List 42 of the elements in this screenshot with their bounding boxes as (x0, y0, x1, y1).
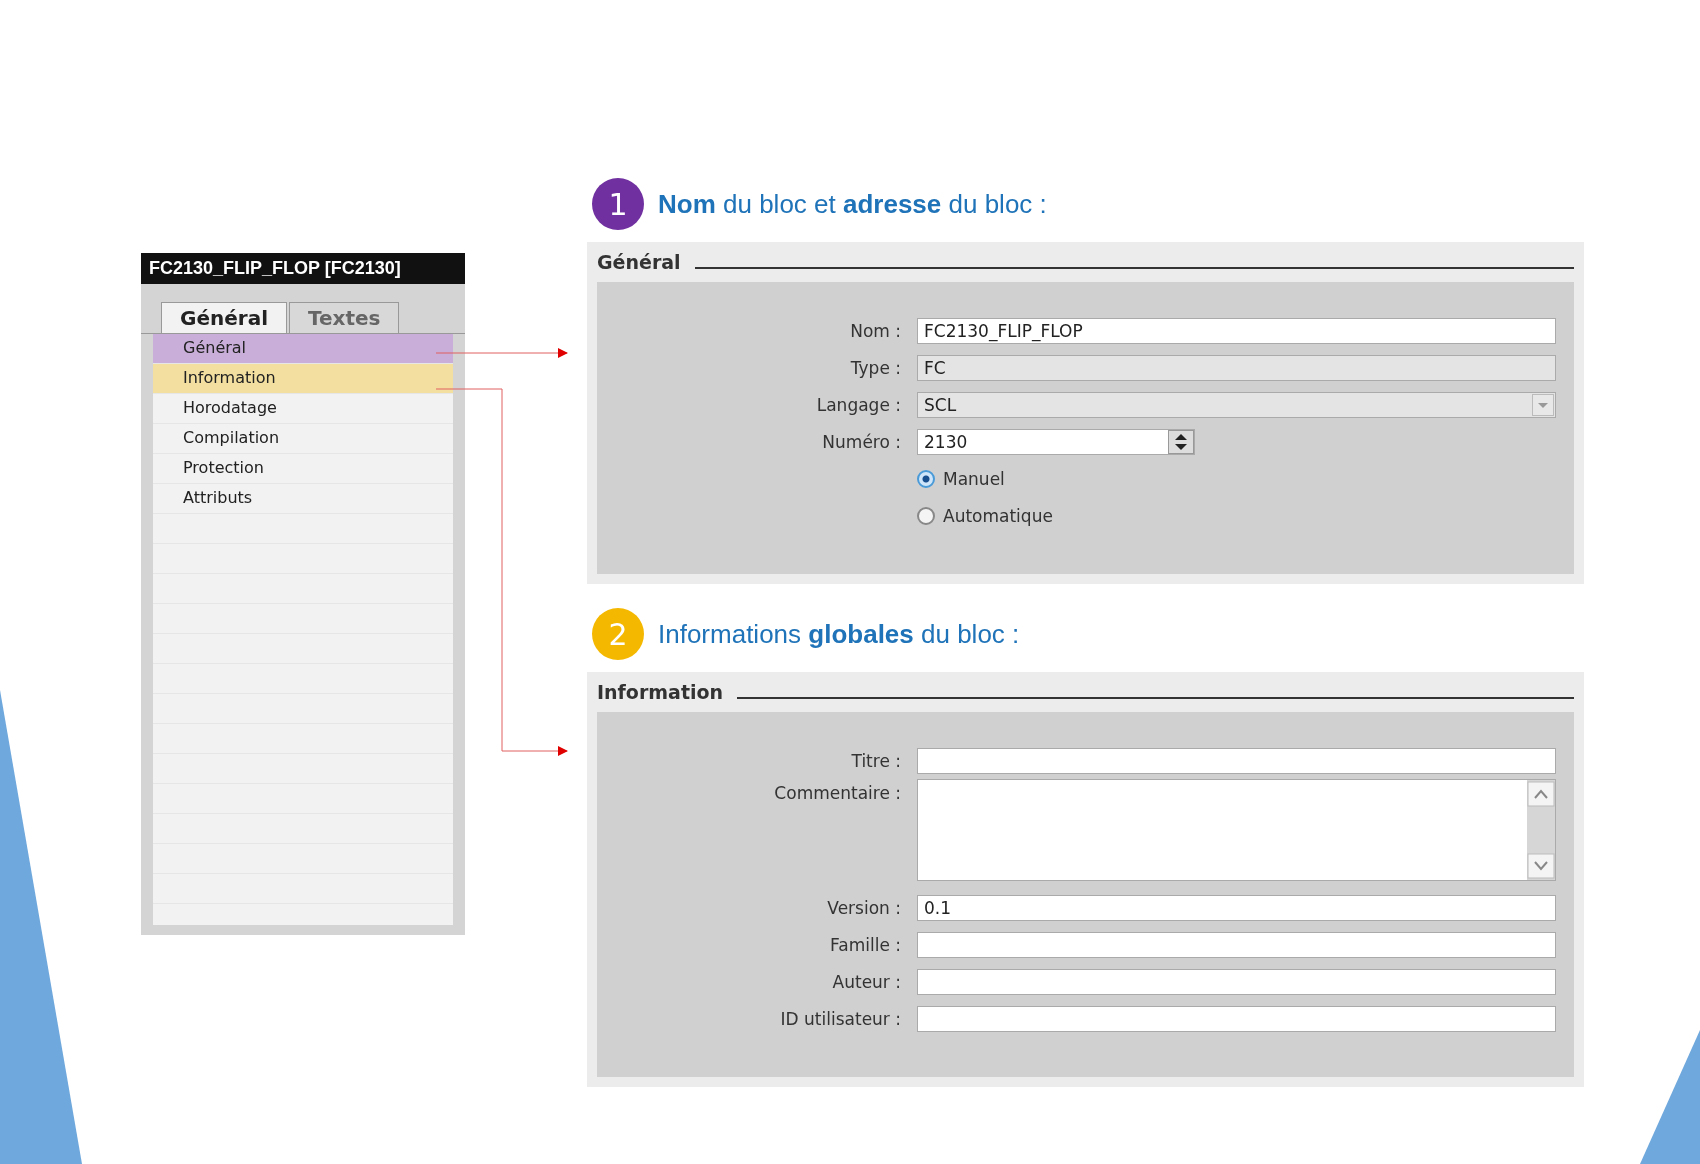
list-item[interactable]: Horodatage (153, 394, 453, 424)
radio-button[interactable] (917, 506, 935, 525)
field-label: Famille : (830, 934, 901, 955)
radio-label: Automatique (943, 505, 1053, 526)
number-badge: 2 (592, 608, 644, 660)
input-field[interactable] (917, 1005, 1556, 1032)
list-item[interactable]: Général (153, 334, 453, 364)
section-heading: Nom du bloc et adresse du bloc : (658, 188, 1047, 220)
input-field[interactable]: 0.1 (917, 894, 1556, 921)
text-area[interactable] (917, 779, 1556, 881)
tab[interactable]: Textes (289, 302, 400, 333)
field-label: Version : (827, 897, 901, 918)
list-item[interactable]: Compilation (153, 424, 453, 454)
field-label: Langage : (816, 394, 901, 415)
input-field[interactable] (917, 931, 1556, 958)
field-label: ID utilisateur : (780, 1008, 901, 1029)
number-field[interactable]: 2130 (917, 428, 1195, 455)
tab[interactable]: Général (161, 302, 287, 333)
list-item[interactable]: Protection (153, 454, 453, 484)
field-label: Titre : (851, 750, 901, 771)
field-label: Auteur : (832, 971, 901, 992)
scrollbar[interactable] (1527, 780, 1555, 880)
field-label: Nom : (850, 320, 901, 341)
group-title: Général (597, 251, 681, 273)
radio-label: Manuel (943, 468, 1005, 489)
field-label: Numéro : (822, 431, 901, 452)
panel-title: FC2130_FLIP_FLOP [FC2130] (141, 253, 465, 284)
field-label: Commentaire : (774, 783, 901, 803)
field-label: Type : (850, 357, 901, 378)
group-title: Information (597, 681, 724, 703)
list-item[interactable]: Attributs (153, 484, 453, 514)
radio-button[interactable] (917, 469, 935, 488)
input-field[interactable]: FC2130_FLIP_FLOP (917, 317, 1556, 344)
input-field[interactable] (917, 747, 1556, 774)
caret-icon (1532, 393, 1554, 416)
input-field[interactable] (917, 968, 1556, 995)
list-item[interactable]: Information (153, 364, 453, 394)
number-badge: 1 (592, 178, 644, 230)
spinner-icon[interactable] (1168, 429, 1194, 454)
section-heading: Informations globales du bloc : (658, 618, 1020, 650)
input-field: FC (917, 354, 1556, 381)
dropdown[interactable]: SCL (917, 391, 1556, 418)
